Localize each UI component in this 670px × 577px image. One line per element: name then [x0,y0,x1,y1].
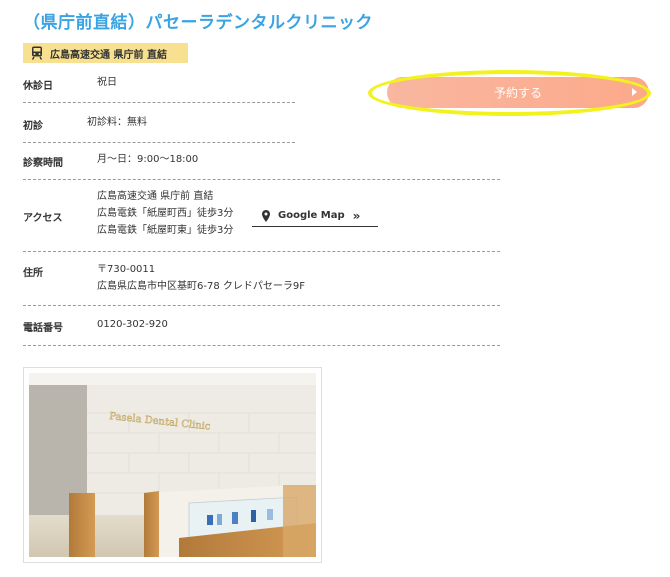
arrow-right-icon [632,88,637,96]
address-label: 住所 [23,268,43,279]
station-badge-text: 広島高速交通 県庁前 直結 [50,49,167,61]
divider [23,102,295,103]
access-line: 広島電鉄「紙屋町西」徒歩3分 [97,208,234,219]
access-label: アクセス [23,213,63,224]
map-pin-icon [262,209,270,222]
google-map-link[interactable]: Google Map » [252,205,378,227]
divider [23,142,295,143]
divider [23,179,500,180]
phone-value: 0120-302-920 [97,319,168,330]
book-button[interactable]: 予約する [387,77,649,108]
clinic-title: （県庁前直結）パセーラデンタルクリニック [23,13,373,33]
double-chevron-icon: » [352,208,361,223]
station-badge: 広島高速交通 県庁前 直結 [23,43,188,63]
divider [23,345,500,346]
access-line: 広島電鉄「紙屋町東」徒歩3分 [97,225,234,236]
book-button-label: 予約する [493,86,542,100]
divider [23,305,500,306]
clinic-interior-image: Pasela Dental Clinic [29,373,316,557]
hours-value: 月～日：9:00～18:00 [97,154,199,165]
address-line: 広島県広島市中区基町6-78 クレドパセーラ9F [97,281,305,292]
phone-label: 電話番号 [23,323,63,334]
google-map-label: Google Map [278,210,345,221]
first-visit-value: 初診料：無料 [87,117,147,128]
clinic-photo: Pasela Dental Clinic [23,367,322,563]
address-postal: 〒730-0011 [97,264,156,275]
holiday-label: 休診日 [23,81,53,92]
train-icon [30,46,44,60]
holiday-value: 祝日 [97,77,117,88]
divider [23,251,500,252]
access-line: 広島高速交通 県庁前 直結 [97,191,214,202]
first-visit-label: 初診 [23,121,43,132]
hours-label: 診察時間 [23,158,63,169]
